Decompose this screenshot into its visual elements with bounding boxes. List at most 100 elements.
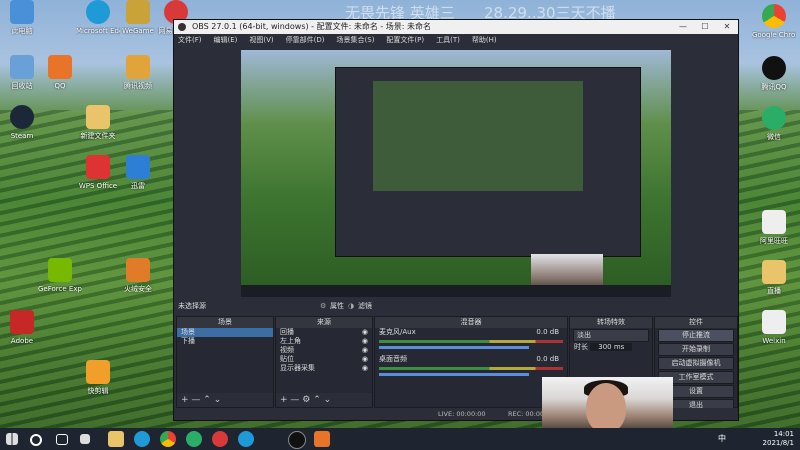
volume-slider[interactable] [379, 346, 529, 349]
scene-item[interactable]: 场景 [177, 328, 273, 337]
menu-docks[interactable]: 停靠部件(D) [286, 36, 325, 44]
channel-label: 麦克风/Aux [379, 328, 416, 336]
stop-streaming-button[interactable]: 停止推流 [658, 329, 734, 342]
properties-button[interactable]: 属性 [330, 299, 344, 313]
add-icon[interactable]: + [181, 395, 189, 405]
filters-button[interactable]: 滤镜 [358, 299, 372, 313]
chrome-icon[interactable] [160, 431, 176, 447]
taskbar-clock[interactable]: 14:01 2021/8/1 [763, 430, 794, 448]
close-button[interactable]: ✕ [716, 20, 738, 34]
menu-tools[interactable]: 工具(T) [436, 36, 460, 44]
desktop-icon[interactable]: Steam [0, 105, 44, 149]
gear-icon[interactable]: ⚙ [302, 395, 310, 405]
folder-icon [86, 105, 110, 129]
wechat-icon[interactable] [186, 431, 202, 447]
volume-slider[interactable] [379, 373, 529, 376]
eye-icon[interactable]: ◉ [362, 364, 368, 373]
down-icon[interactable]: ⌄ [214, 395, 222, 405]
scenes-footer: + — ⌃ ⌄ [177, 393, 273, 407]
desktop-icon[interactable]: 腾讯视频 [116, 55, 160, 99]
nested-preview-deeper [373, 81, 583, 191]
eye-icon[interactable]: ◉ [362, 337, 368, 346]
desktop-icon[interactable]: GeForce Experience [38, 258, 82, 302]
scenes-header: 场景 [177, 317, 273, 328]
add-icon[interactable]: + [280, 395, 288, 405]
source-item[interactable]: 回播 ◉ [276, 328, 372, 337]
wps-icon [86, 155, 110, 179]
duration-input[interactable]: 300 ms [590, 343, 633, 351]
thunder-icon [126, 155, 150, 179]
sources-header: 来源 [276, 317, 372, 328]
eye-icon[interactable]: ◉ [362, 346, 368, 355]
app-icon[interactable] [314, 431, 330, 447]
menu-scene-collection[interactable]: 场景集合(S) [337, 36, 375, 44]
desktop-icon[interactable]: QQ [38, 55, 82, 99]
desktop-icon[interactable]: 阿里旺旺 [752, 210, 796, 254]
desktop-icon[interactable]: 迅雷 [116, 155, 160, 199]
scene-item[interactable]: 下播 [177, 337, 273, 346]
icon-label: Google Chrome [752, 31, 796, 39]
minimize-button[interactable]: — [672, 20, 694, 34]
mixer-channel-name: 麦克风/Aux 0.0 dB [375, 328, 567, 337]
filter-icon[interactable]: ◑ [348, 299, 354, 313]
volume-meter [379, 340, 563, 343]
source-item[interactable]: 视频 ◉ [276, 346, 372, 355]
music-icon[interactable] [212, 431, 228, 447]
menu-profile[interactable]: 配置文件(P) [386, 36, 424, 44]
up-icon[interactable]: ⌃ [203, 395, 211, 405]
source-item[interactable]: 贴位 ◉ [276, 355, 372, 364]
obs-titlebar[interactable]: OBS 27.0.1 (64-bit, windows) - 配置文件: 未命名… [174, 20, 738, 34]
start-recording-button[interactable]: 开始录制 [658, 343, 734, 356]
volume-meter [379, 367, 563, 370]
desktop-icon[interactable]: 快剪辑 [76, 360, 120, 404]
desktop-icon[interactable]: WPS Office [76, 155, 120, 199]
source-label: 显示器采集 [280, 364, 315, 372]
obs-icon[interactable] [288, 431, 306, 449]
desktop-icon[interactable]: Adobe [0, 310, 44, 354]
desktop-icon[interactable]: Microsoft Edge [76, 0, 120, 44]
maximize-button[interactable]: ☐ [694, 20, 716, 34]
widgets-icon[interactable] [80, 434, 90, 444]
down-icon[interactable]: ⌄ [324, 395, 332, 405]
desktop-icon[interactable]: 微信 [752, 106, 796, 150]
remove-icon[interactable]: — [290, 395, 299, 405]
wechat-icon [762, 106, 786, 130]
transition-select[interactable]: 淡出 [573, 329, 649, 342]
desktop-icon[interactable]: Google Chrome [752, 4, 796, 48]
eye-icon[interactable]: ◉ [362, 328, 368, 337]
eye-icon[interactable]: ◉ [362, 355, 368, 364]
source-item[interactable]: 左上角 ◉ [276, 337, 372, 346]
icon-label: 腾讯视频 [124, 82, 152, 90]
search-icon[interactable] [30, 434, 42, 446]
gear-icon[interactable]: ⚙ [320, 299, 326, 313]
desktop-icon[interactable]: 腾讯QQ [752, 56, 796, 100]
menu-view[interactable]: 视图(V) [249, 36, 273, 44]
desktop-icon[interactable]: 火绒安全 [116, 258, 160, 302]
menu-edit[interactable]: 编辑(E) [214, 36, 238, 44]
obs-preview[interactable] [241, 50, 671, 297]
up-icon[interactable]: ⌃ [313, 395, 321, 405]
editor-icon [86, 360, 110, 384]
menu-file[interactable]: 文件(F) [178, 36, 202, 44]
source-item[interactable]: 显示器采集 ◉ [276, 364, 372, 373]
desktop-icon[interactable]: 此电脑 [0, 0, 44, 44]
qq-icon [48, 55, 72, 79]
language-indicator[interactable]: 中 [718, 433, 726, 444]
desktop-icon[interactable]: 新建文件夹 [76, 105, 120, 149]
icon-label: Steam [10, 132, 34, 140]
mixer-channel-name: 桌面音频 0.0 dB [375, 355, 567, 364]
transitions-header: 转场特效 [570, 317, 652, 328]
task-view-icon[interactable] [56, 434, 68, 445]
desktop-icon[interactable]: Weixin [752, 310, 796, 354]
nvidia-icon [48, 258, 72, 282]
virtual-camera-button[interactable]: 启动虚拟摄像机 [658, 357, 734, 370]
video-icon [126, 55, 150, 79]
explorer-icon[interactable] [108, 431, 124, 447]
edge-icon[interactable] [134, 431, 150, 447]
remove-icon[interactable]: — [191, 395, 200, 405]
menu-help[interactable]: 帮助(H) [472, 36, 497, 44]
taskbar: 中 14:01 2021/8/1 [0, 428, 800, 450]
windows-start-icon[interactable] [6, 433, 18, 445]
desktop-icon[interactable]: 直播 [752, 260, 796, 304]
edge-icon[interactable] [238, 431, 254, 447]
